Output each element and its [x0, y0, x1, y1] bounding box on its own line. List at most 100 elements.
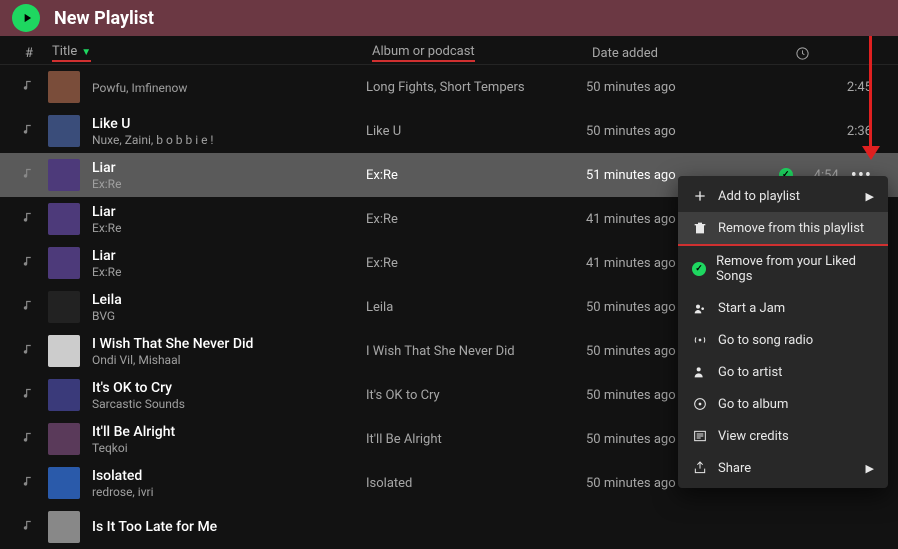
track-album[interactable]: I Wish That She Never Did: [366, 344, 586, 359]
ctx-remove-from-playlist[interactable]: Remove from this playlist: [678, 212, 888, 246]
track-date: 50 minutes ago: [586, 80, 746, 95]
track-artist[interactable]: Ex:Re: [92, 221, 366, 235]
album-cover[interactable]: [48, 247, 80, 279]
album-cover[interactable]: [48, 335, 80, 367]
track-album[interactable]: Long Fights, Short Tempers: [366, 80, 586, 95]
artist-icon: [692, 364, 708, 380]
ctx-view-credits[interactable]: View credits: [678, 420, 888, 452]
album-cover[interactable]: [48, 159, 80, 191]
share-icon: [692, 460, 708, 476]
album-cover[interactable]: [48, 71, 80, 103]
album-cover[interactable]: [48, 115, 80, 147]
annotation-arrow: [869, 36, 872, 148]
play-button[interactable]: [12, 4, 40, 32]
ctx-song-radio[interactable]: Go to song radio: [678, 324, 888, 356]
radio-icon: [692, 332, 708, 348]
track-artist[interactable]: Ondi Vil, Mishaal: [92, 353, 366, 367]
credits-icon: [692, 428, 708, 444]
track-date: 50 minutes ago: [586, 124, 746, 139]
track-title[interactable]: I Wish That She Never Did: [92, 336, 366, 352]
track-artist[interactable]: Teqkoi: [92, 441, 366, 455]
table-row[interactable]: Powfu, ImfinenowLong Fights, Short Tempe…: [0, 65, 898, 109]
ctx-go-artist[interactable]: Go to artist: [678, 356, 888, 388]
music-note-icon: [16, 166, 42, 184]
music-note-icon: [16, 210, 42, 228]
track-title[interactable]: Isolated: [92, 468, 366, 484]
ctx-go-album[interactable]: Go to album: [678, 388, 888, 420]
album-icon: [692, 396, 708, 412]
music-note-icon: [16, 78, 42, 96]
track-title[interactable]: Liar: [92, 248, 366, 264]
track-artist[interactable]: BVG: [92, 309, 366, 323]
album-cover[interactable]: [48, 291, 80, 323]
ctx-remove-liked[interactable]: Remove from your Liked Songs: [678, 246, 888, 292]
track-artist[interactable]: Sarcastic Sounds: [92, 397, 366, 411]
track-title-block: LiarEx:Re: [92, 248, 366, 279]
music-note-icon: [16, 254, 42, 272]
music-note-icon: [16, 518, 42, 536]
ctx-start-jam[interactable]: Start a Jam: [678, 292, 888, 324]
track-title[interactable]: Like U: [92, 116, 366, 132]
track-title-block: LiarEx:Re: [92, 160, 366, 191]
album-cover[interactable]: [48, 203, 80, 235]
track-title-block: Like UNuxe, Zaini, b o b b i e !: [92, 116, 366, 147]
music-note-icon: [16, 122, 42, 140]
track-title-block: LeilaBVG: [92, 292, 366, 323]
column-album[interactable]: Album or podcast: [372, 44, 592, 62]
music-note-icon: [16, 386, 42, 404]
track-title[interactable]: Is It Too Late for Me: [92, 519, 366, 535]
track-album[interactable]: Like U: [366, 124, 586, 139]
track-title-block: It'll Be AlrightTeqkoi: [92, 424, 366, 455]
play-icon: [20, 11, 34, 25]
track-album[interactable]: Leila: [366, 300, 586, 315]
track-title-block: Is It Too Late for Me: [92, 519, 366, 536]
track-album[interactable]: Ex:Re: [366, 212, 586, 227]
album-cover[interactable]: [48, 467, 80, 499]
track-artist[interactable]: Ex:Re: [92, 177, 366, 191]
chevron-right-icon: ▶: [866, 190, 874, 203]
jam-icon: [692, 300, 708, 316]
ctx-add-to-playlist[interactable]: Add to playlist ▶: [678, 180, 888, 212]
track-title-block: Powfu, Imfinenow: [92, 80, 366, 95]
track-artist[interactable]: Ex:Re: [92, 265, 366, 279]
track-title[interactable]: Liar: [92, 160, 366, 176]
column-duration: [752, 46, 882, 61]
track-artist[interactable]: Nuxe, Zaini, b o b b i e !: [92, 133, 366, 147]
track-album[interactable]: It'll Be Alright: [366, 432, 586, 447]
track-title-block: I Wish That She Never DidOndi Vil, Misha…: [92, 336, 366, 367]
chevron-right-icon: ▶: [866, 462, 874, 475]
track-title[interactable]: Leila: [92, 292, 366, 308]
track-title[interactable]: It's OK to Cry: [92, 380, 366, 396]
track-album[interactable]: Ex:Re: [366, 256, 586, 271]
track-artist[interactable]: redrose, ivri: [92, 485, 366, 499]
table-row[interactable]: Is It Too Late for Me: [0, 505, 898, 549]
track-title[interactable]: It'll Be Alright: [92, 424, 366, 440]
track-artist[interactable]: Powfu, Imfinenow: [92, 81, 366, 95]
album-cover[interactable]: [48, 379, 80, 411]
ctx-share[interactable]: Share ▶: [678, 452, 888, 484]
column-header-row: # Title▼ Album or podcast Date added: [0, 36, 898, 65]
album-cover[interactable]: [48, 423, 80, 455]
context-menu: Add to playlist ▶ Remove from this playl…: [678, 176, 888, 488]
music-note-icon: [16, 298, 42, 316]
track-album[interactable]: Ex:Re: [366, 168, 586, 183]
liked-check-icon: [692, 261, 706, 277]
sort-caret-icon: ▼: [81, 47, 91, 58]
playlist-title: New Playlist: [54, 8, 154, 29]
track-title-block: It's OK to CrySarcastic Sounds: [92, 380, 366, 411]
column-number: #: [16, 46, 42, 61]
track-duration: 2:36: [838, 124, 872, 139]
track-title-block: LiarEx:Re: [92, 204, 366, 235]
table-row[interactable]: Like UNuxe, Zaini, b o b b i e !Like U50…: [0, 109, 898, 153]
annotation-arrow-head: [862, 146, 880, 160]
clock-icon: [795, 46, 810, 61]
album-cover[interactable]: [48, 511, 80, 543]
track-title-block: Isolatedredrose, ivri: [92, 468, 366, 499]
track-title[interactable]: Liar: [92, 204, 366, 220]
music-note-icon: [16, 342, 42, 360]
column-title[interactable]: Title▼: [52, 44, 372, 62]
plus-icon: [692, 188, 708, 204]
track-album[interactable]: Isolated: [366, 476, 586, 491]
track-album[interactable]: It's OK to Cry: [366, 388, 586, 403]
column-date[interactable]: Date added: [592, 46, 752, 61]
